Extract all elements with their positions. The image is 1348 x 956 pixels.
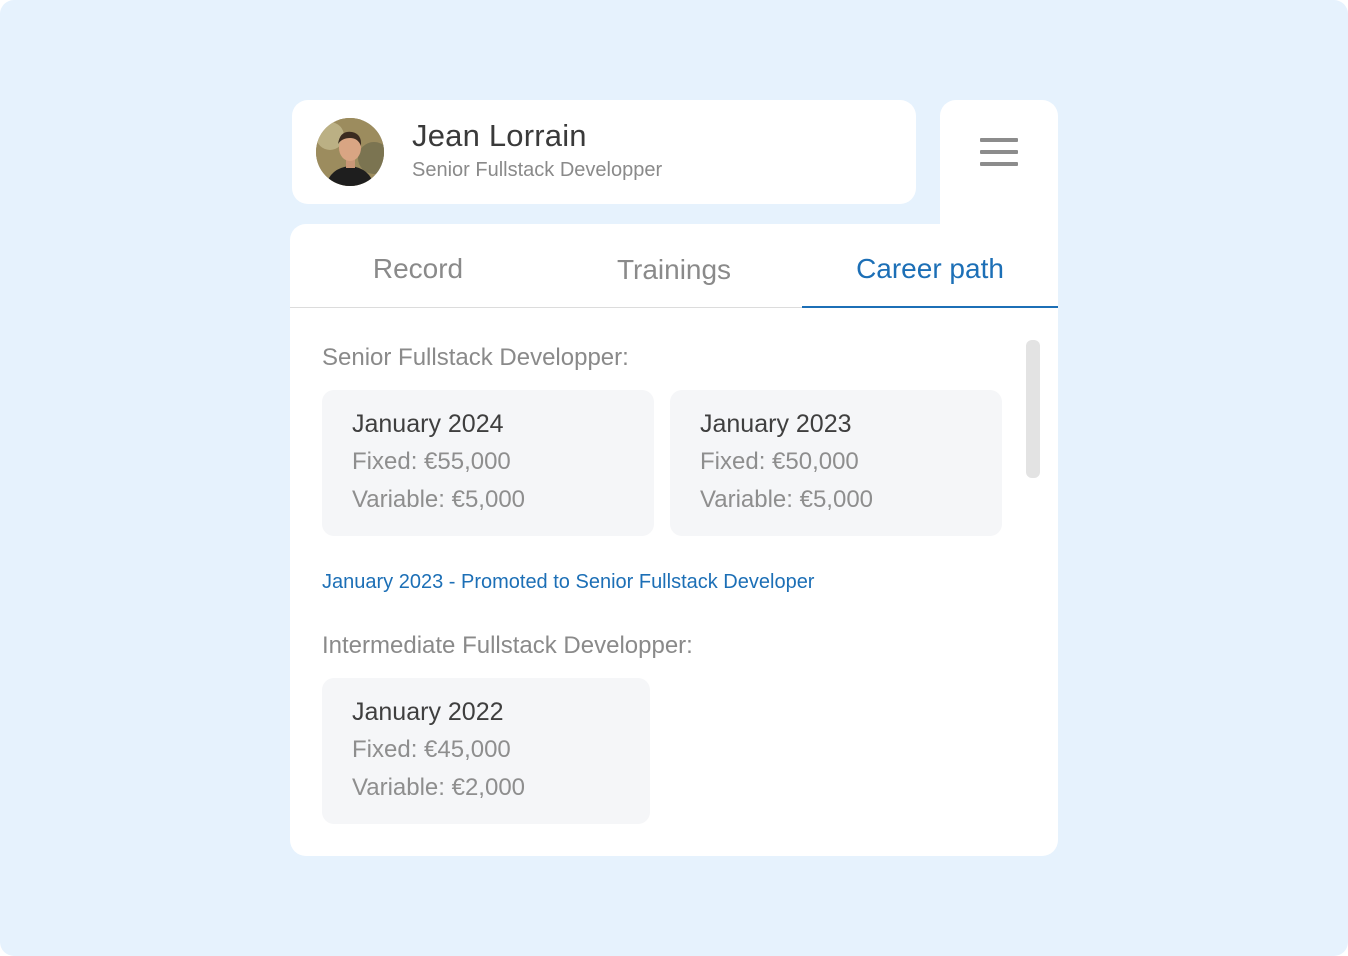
entry-date: January 2023 (700, 410, 852, 438)
entry-variable-salary: Variable: €2,000 (352, 774, 526, 801)
profile-name: Jean Lorrain (412, 118, 587, 153)
entry-fixed-salary: Fixed: €50,000 (700, 448, 859, 475)
menu-bar-top (980, 138, 1018, 142)
salary-entry-card[interactable]: January 2024 Fixed: €55,000 Variable: €5… (322, 390, 654, 536)
menu-card (940, 100, 1058, 240)
profile-photo (316, 118, 384, 186)
scrollbar-thumb[interactable] (1026, 340, 1040, 478)
promotion-link[interactable]: January 2023 - Promoted to Senior Fullst… (322, 571, 814, 594)
entry-fixed-salary: Fixed: €45,000 (352, 736, 511, 763)
hamburger-menu-icon[interactable] (980, 136, 1018, 168)
tab-bar: Record Trainings Career path (290, 224, 1058, 308)
menu-bar-middle (980, 150, 1018, 154)
section-title-senior: Senior Fullstack Developper: (322, 344, 629, 371)
menu-bar-bottom (980, 162, 1018, 166)
profile-card: Jean Lorrain Senior Fullstack Developper (292, 100, 916, 204)
entry-fixed-salary: Fixed: €55,000 (352, 448, 511, 475)
salary-entry-card[interactable]: January 2023 Fixed: €50,000 Variable: €5… (670, 390, 1002, 536)
profile-role: Senior Fullstack Developper (412, 159, 663, 181)
tab-trainings[interactable]: Trainings (546, 224, 802, 308)
career-panel: Record Trainings Career path Senior Full… (290, 224, 1058, 856)
section-title-intermediate: Intermediate Fullstack Developper: (322, 632, 693, 659)
entry-variable-salary: Variable: €5,000 (700, 486, 874, 513)
page-background: Jean Lorrain Senior Fullstack Developper… (0, 0, 1348, 956)
salary-entry-card[interactable]: January 2022 Fixed: €45,000 Variable: €2… (322, 678, 650, 824)
avatar (316, 118, 384, 186)
tab-record[interactable]: Record (290, 224, 546, 308)
entry-variable-salary: Variable: €5,000 (352, 486, 526, 513)
tab-career-path[interactable]: Career path (802, 224, 1058, 308)
entry-date: January 2024 (352, 410, 504, 438)
entry-date: January 2022 (352, 698, 504, 726)
